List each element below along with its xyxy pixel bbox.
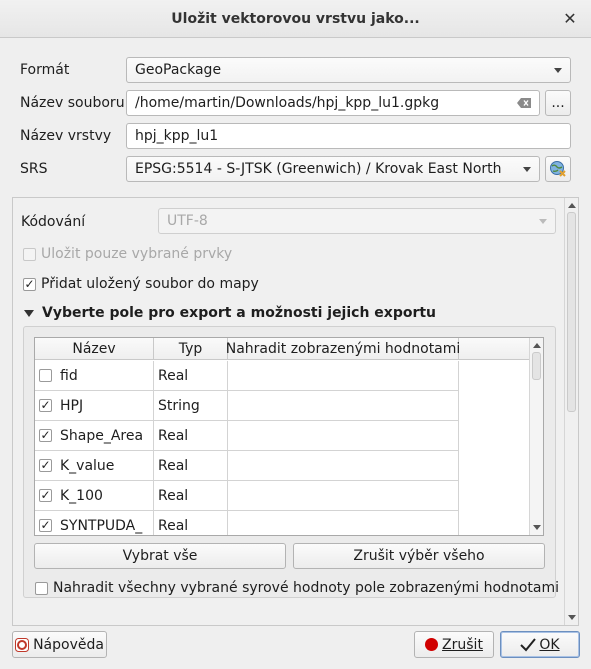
field-replace-cell[interactable]: [228, 451, 459, 481]
table-row[interactable]: ✓ K_100 Real: [35, 481, 459, 511]
field-replace-cell[interactable]: [228, 421, 459, 451]
field-checkbox[interactable]: ✓: [39, 519, 52, 532]
scroll-up-icon[interactable]: [533, 343, 541, 348]
deselect-all-button[interactable]: Zrušit výběr všeho: [293, 543, 545, 569]
field-name: SYNTPUDA_: [60, 517, 143, 534]
window-title: Uložit vektorovou vrstvu jako...: [171, 10, 420, 27]
field-type: Real: [154, 421, 228, 451]
field-name: fid: [60, 367, 78, 384]
chevron-down-icon: [523, 167, 531, 172]
scroll-up-icon[interactable]: [568, 203, 576, 208]
table-row[interactable]: fid Real: [35, 361, 459, 391]
save-selected-checkbox: [23, 248, 36, 261]
field-name: HPJ: [60, 397, 84, 414]
chevron-down-icon: [539, 219, 547, 224]
table-row[interactable]: ✓ Shape_Area Real: [35, 421, 459, 451]
field-name-cell[interactable]: ✓ K_value: [35, 451, 154, 481]
srs-value: EPSG:5514 - S-JTSK (Greenwich) / Krovak …: [135, 161, 502, 177]
collapse-arrow-icon[interactable]: [24, 310, 34, 317]
crs-select-button[interactable]: [545, 156, 571, 182]
options-scrollbar[interactable]: [564, 198, 578, 625]
filename-label: Název souboru: [20, 95, 125, 111]
fields-section-title[interactable]: Vyberte pole pro export a možnosti jejic…: [42, 305, 436, 321]
cancel-button[interactable]: Zrušit: [414, 631, 494, 658]
table-scrollbar[interactable]: [529, 338, 543, 535]
column-header-name[interactable]: Název: [35, 338, 154, 360]
options-scroll-area[interactable]: Kódování UTF-8 Uložit pouze vybrané prvk…: [12, 197, 579, 626]
field-type: String: [154, 391, 228, 421]
encoding-label: Kódování: [21, 214, 86, 230]
scroll-down-icon[interactable]: [568, 615, 576, 620]
format-value: GeoPackage: [135, 62, 222, 78]
field-name-cell[interactable]: ✓ K_100: [35, 481, 154, 511]
cancel-label: Zrušit: [442, 636, 483, 653]
layer-name-input[interactable]: hpj_kpp_lu1: [126, 123, 571, 149]
chevron-down-icon: [554, 68, 562, 73]
field-name-cell[interactable]: ✓ SYNTPUDA_: [35, 511, 154, 535]
add-to-map-label[interactable]: Přidat uložený soubor do mapy: [41, 276, 259, 292]
ok-button[interactable]: OK: [500, 631, 580, 658]
layer-name-label: Název vrstvy: [20, 128, 112, 144]
field-type: Real: [154, 511, 228, 535]
field-checkbox[interactable]: ✓: [39, 489, 52, 502]
layer-name-value: hpj_kpp_lu1: [135, 128, 219, 144]
field-name-cell[interactable]: ✓ Shape_Area: [35, 421, 154, 451]
field-replace-cell[interactable]: [228, 511, 459, 535]
table-row[interactable]: ✓ K_value Real: [35, 451, 459, 481]
help-label: Nápověda: [33, 636, 104, 653]
add-to-map-checkbox[interactable]: ✓: [23, 278, 36, 291]
format-combo[interactable]: GeoPackage: [126, 57, 571, 83]
replace-all-checkbox[interactable]: [35, 582, 48, 595]
ok-label: OK: [539, 636, 560, 653]
column-header-type[interactable]: Typ: [154, 338, 228, 360]
table-row[interactable]: ✓ HPJ String: [35, 391, 459, 421]
scroll-thumb[interactable]: [532, 352, 541, 380]
save-selected-label: Uložit pouze vybrané prvky: [41, 246, 233, 262]
help-button[interactable]: Nápověda: [12, 631, 107, 658]
field-replace-cell[interactable]: [228, 481, 459, 511]
srs-combo[interactable]: EPSG:5514 - S-JTSK (Greenwich) / Krovak …: [126, 156, 540, 182]
field-checkbox[interactable]: [39, 369, 52, 382]
clear-icon[interactable]: [517, 98, 531, 108]
field-checkbox[interactable]: ✓: [39, 399, 52, 412]
title-bar: Uložit vektorovou vrstvu jako... ✕: [0, 0, 591, 38]
browse-button[interactable]: ...: [545, 90, 571, 116]
field-name: Shape_Area: [60, 427, 144, 444]
field-type: Real: [154, 361, 228, 391]
encoding-value: UTF-8: [167, 213, 208, 229]
scroll-thumb[interactable]: [567, 212, 576, 412]
field-replace-cell[interactable]: [228, 391, 459, 421]
help-icon: [15, 637, 30, 652]
fields-table[interactable]: Název Typ Nahradit zobrazenými hodnotami…: [34, 337, 544, 536]
table-header: Název Typ Nahradit zobrazenými hodnotami: [35, 338, 531, 360]
field-type: Real: [154, 451, 228, 481]
srs-label: SRS: [20, 161, 48, 177]
table-row[interactable]: ✓ SYNTPUDA_ Real: [35, 511, 459, 535]
field-name-cell[interactable]: ✓ HPJ: [35, 391, 154, 421]
column-header-replace[interactable]: Nahradit zobrazenými hodnotami: [226, 338, 460, 360]
checkmark-icon: [520, 637, 537, 651]
encoding-combo: UTF-8: [158, 208, 556, 234]
select-all-button[interactable]: Vybrat vše: [34, 543, 286, 569]
scroll-down-icon[interactable]: [533, 525, 541, 530]
stop-icon: [425, 638, 439, 651]
filename-value: /home/martin/Downloads/hpj_kpp_lu1.gpkg: [135, 95, 440, 111]
close-icon[interactable]: ✕: [561, 9, 579, 28]
globe-icon: [550, 161, 566, 177]
field-replace-cell[interactable]: [228, 361, 459, 391]
filename-input[interactable]: /home/martin/Downloads/hpj_kpp_lu1.gpkg: [126, 90, 540, 116]
field-name-cell[interactable]: fid: [35, 361, 154, 391]
field-type: Real: [154, 481, 228, 511]
field-name: K_value: [60, 457, 115, 474]
replace-all-label[interactable]: Nahradit všechny vybrané syrové hodnoty …: [53, 580, 559, 596]
field-checkbox[interactable]: ✓: [39, 459, 52, 472]
field-checkbox[interactable]: ✓: [39, 429, 52, 442]
format-label: Formát: [20, 62, 70, 78]
field-name: K_100: [60, 487, 103, 504]
